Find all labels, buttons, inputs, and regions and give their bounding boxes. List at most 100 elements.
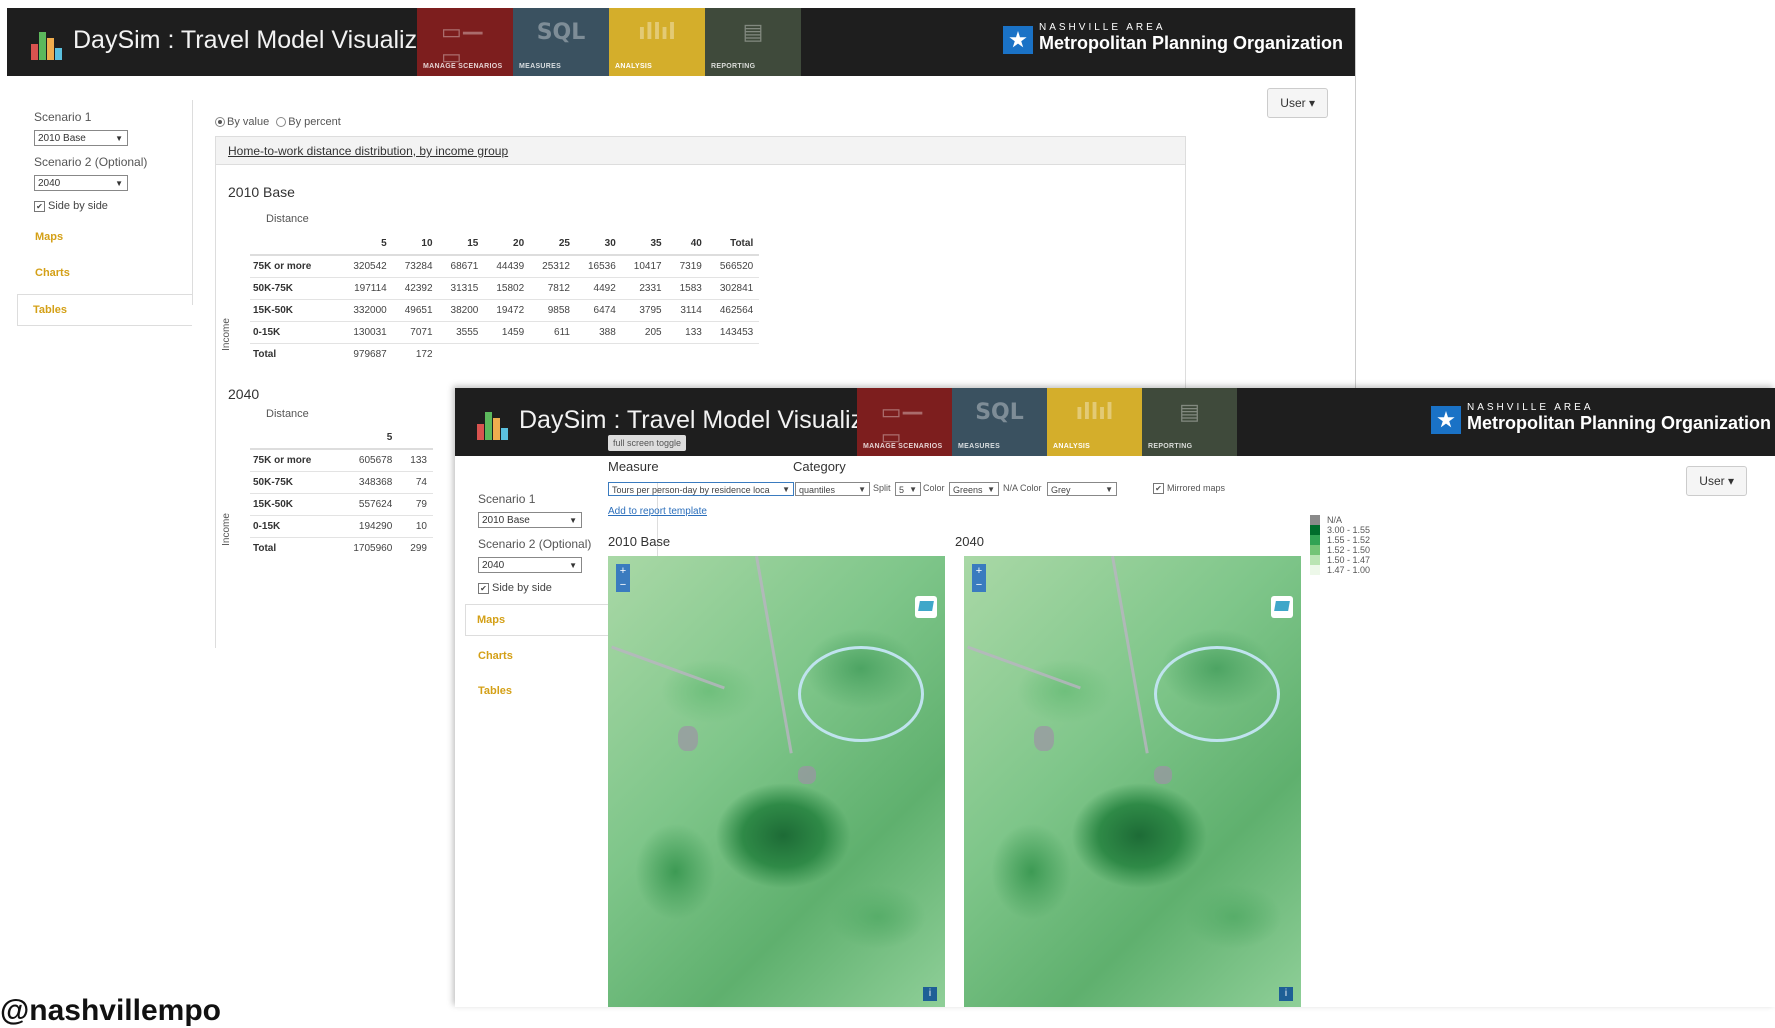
tile-label: REPORTING (711, 63, 756, 70)
tile-label: MANAGE SCENARIOS (423, 63, 503, 70)
table-cell: 10 (398, 515, 433, 538)
category-label: Category (793, 459, 846, 474)
info-icon[interactable]: i (1279, 987, 1293, 1001)
zoom-in-button[interactable]: + (616, 564, 630, 578)
table-row: 15K-50K 332000 49651 38200 19472 9858 6474 3795… (250, 299, 760, 322)
nav-tiles: ▭—▭ MANAGE SCENARIOS SQL MEASURES ıllıl ANA… (417, 8, 801, 76)
na-color-select[interactable]: Grey ▼ (1047, 482, 1117, 496)
column-header: 15 (438, 233, 485, 256)
table-cell: 25312 (530, 254, 576, 278)
distance-table-2010: 5 10 15 20 25 30 35 40 Total 75K or more 320542 732… (250, 233, 760, 365)
zoom-in-button[interactable]: + (972, 564, 986, 578)
income-group-label: 50K-75K (250, 277, 342, 300)
choropleth-map-2040[interactable]: + − i (964, 556, 1301, 1007)
choropleth-map-2010[interactable]: + − i (608, 556, 945, 1007)
layers-icon[interactable] (915, 596, 937, 618)
tile-manage-scenarios[interactable]: ▭—▭ MANAGE SCENARIOS (857, 388, 952, 456)
table-cell: 19472 (484, 299, 531, 322)
legend-swatch (1310, 565, 1320, 575)
scenario1-select[interactable]: 2010 Base ▼ (34, 130, 128, 146)
radio-by-value[interactable] (215, 117, 225, 128)
radio-by-percent-label: By percent (288, 116, 341, 128)
report-icon: ▤ (742, 20, 764, 45)
table-cell: 31315 (438, 277, 485, 300)
tile-measures[interactable]: SQL MEASURES (513, 8, 609, 76)
method-select[interactable]: quantiles ▼ (795, 482, 870, 496)
scenario2-select[interactable]: 2040 ▼ (478, 557, 582, 573)
table-cell: 6474 (575, 299, 622, 322)
sidebar: Scenario 1 2010 Base ▼ Scenario 2 (Option… (17, 100, 193, 326)
dropdown-caret-icon: ▼ (569, 561, 577, 570)
table-cell: 566520 (707, 254, 760, 278)
table-cell: 73284 (392, 254, 439, 278)
split-select[interactable]: 5 ▼ (895, 482, 921, 496)
bar-chart-icon: ıllıl (1075, 400, 1114, 425)
app-title: DaySim : Travel Model Visualizer (519, 406, 886, 434)
row-header-cell (250, 233, 342, 256)
scenario1-select[interactable]: 2010 Base ▼ (478, 512, 582, 528)
tile-analysis[interactable]: ıllıl ANALYSIS (1047, 388, 1142, 456)
map-river (1154, 646, 1280, 742)
legend-label: N/A (1327, 515, 1343, 525)
table-cell: 133 (667, 321, 708, 344)
table-cell: 205 (621, 321, 668, 344)
table-row: 15K-50K 557624 79 (250, 493, 433, 516)
nav-maps[interactable]: Maps (20, 222, 192, 252)
tile-analysis[interactable]: ıllıl ANALYSIS (609, 8, 705, 76)
column-header: 10 (392, 233, 439, 256)
column-header: 5 (341, 427, 399, 450)
zoom-control[interactable]: + − (616, 564, 630, 592)
user-menu-button[interactable]: User ▾ (1267, 88, 1328, 118)
layers-icon[interactable] (1271, 596, 1293, 618)
legend-item: 1.50 - 1.47 (1310, 555, 1370, 565)
legend-swatch (1310, 525, 1320, 535)
table-cell: 194290 (341, 515, 399, 538)
nav-tables[interactable]: Tables (17, 294, 192, 326)
zoom-control[interactable]: + − (972, 564, 986, 592)
info-icon[interactable]: i (923, 987, 937, 1001)
income-group-label: 75K or more (250, 448, 342, 472)
legend-swatch (1310, 555, 1320, 565)
fullscreen-toggle-button[interactable]: full screen toggle (608, 435, 687, 451)
table-cell: 605678 (341, 448, 399, 472)
check-icon: ✔ (478, 582, 489, 594)
table-cell: 79 (398, 493, 433, 516)
value-mode-radio-group: By value By percent (215, 116, 341, 128)
measure-label: Measure (608, 459, 659, 474)
table-row: Total 1705960 299 (250, 537, 433, 559)
tile-manage-scenarios[interactable]: ▭—▭ MANAGE SCENARIOS (417, 8, 513, 76)
legend-swatch (1310, 545, 1320, 555)
table-cell: 1583 (667, 277, 708, 300)
nav-charts[interactable]: Charts (20, 258, 192, 288)
zoom-out-button[interactable]: − (972, 578, 986, 592)
tile-reporting[interactable]: ▤ REPORTING (705, 8, 801, 76)
section-title-2010: 2010 Base (228, 184, 295, 200)
distance-label: Distance (266, 408, 309, 420)
legend-item: N/A (1310, 515, 1370, 525)
na-color-value: Grey (1051, 485, 1071, 495)
org-name: Metropolitan Planning Organization (1039, 33, 1343, 53)
table-cell: 299 (398, 537, 433, 559)
tile-label: ANALYSIS (1053, 443, 1091, 450)
table-cell: 462564 (707, 299, 760, 322)
tile-reporting[interactable]: ▤ REPORTING (1142, 388, 1237, 456)
scenario1-value: 2010 Base (38, 133, 86, 144)
scenario2-select[interactable]: 2040 ▼ (34, 175, 128, 191)
side-by-side-checkbox[interactable]: ✔ Side by side (34, 200, 192, 212)
check-icon: ✔ (1153, 483, 1164, 495)
dropdown-caret-icon: ▼ (569, 516, 577, 525)
panel-title-link[interactable]: Home-to-work distance distribution, by i… (216, 137, 1185, 165)
legend-item: 3.00 - 1.55 (1310, 525, 1370, 535)
add-to-report-link[interactable]: Add to report template (608, 506, 707, 517)
user-menu-button[interactable]: User ▾ (1686, 466, 1747, 496)
table-cell (667, 343, 708, 365)
tile-measures[interactable]: SQL MEASURES (952, 388, 1047, 456)
legend-swatch (1310, 515, 1320, 525)
measure-value: Tours per person-day by residence loca (612, 485, 770, 495)
measure-select[interactable]: Tours per person-day by residence loca ▼ (608, 482, 794, 496)
mirrored-maps-checkbox[interactable]: ✔ Mirrored maps (1153, 483, 1225, 495)
column-header: 40 (667, 233, 708, 256)
color-select[interactable]: Greens ▼ (949, 482, 999, 496)
radio-by-percent[interactable] (276, 117, 287, 128)
zoom-out-button[interactable]: − (616, 578, 630, 592)
